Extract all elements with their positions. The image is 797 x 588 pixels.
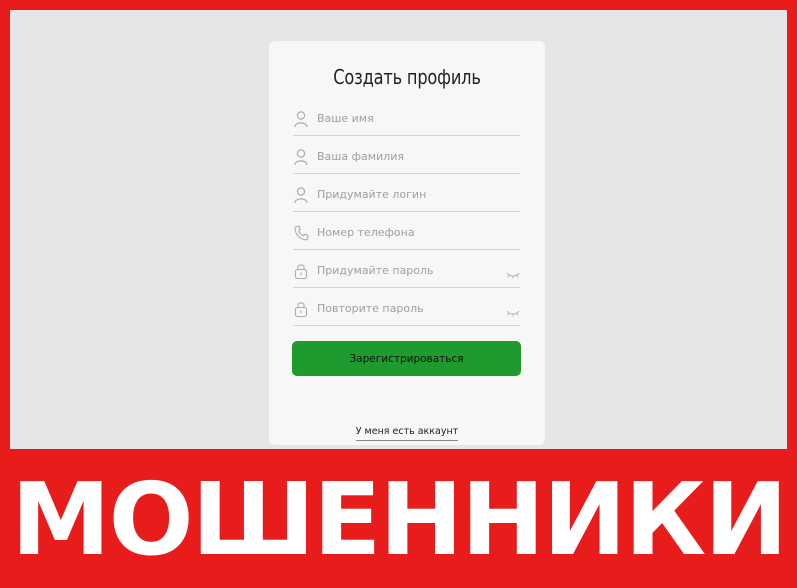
repeat-password-placeholder: Повторите пароль [317, 302, 424, 315]
user-icon [293, 148, 309, 166]
warning-banner: МОШЕННИКИ [11, 461, 788, 578]
phone-placeholder: Номер телефона [317, 226, 415, 239]
phone-field[interactable]: Номер телефона [293, 219, 520, 250]
lock-icon [293, 262, 309, 280]
last-name-placeholder: Ваша фамилия [317, 150, 404, 163]
user-icon [293, 110, 309, 128]
lock-icon [293, 300, 309, 318]
phone-icon [293, 224, 309, 242]
user-icon [293, 186, 309, 204]
login-placeholder: Придумайте логин [317, 188, 427, 201]
form-title: Создать профиль [333, 65, 481, 89]
login-field[interactable]: Придумайте логин [293, 181, 520, 212]
signup-card: Создать профиль Ваше имя Ваша фамилия Пр… [269, 41, 545, 445]
repeat-password-field[interactable]: Повторите пароль [293, 295, 520, 326]
eye-closed-icon[interactable] [506, 265, 520, 279]
first-name-field[interactable]: Ваше имя [293, 105, 520, 136]
password-field[interactable]: Придумайте пароль [293, 257, 520, 288]
password-placeholder: Придумайте пароль [317, 264, 434, 277]
register-button[interactable]: Зарегистрироваться [292, 341, 521, 376]
have-account-link[interactable]: У меня есть аккаунт [355, 426, 459, 441]
first-name-placeholder: Ваше имя [317, 112, 374, 125]
last-name-field[interactable]: Ваша фамилия [293, 143, 520, 174]
eye-closed-icon[interactable] [506, 303, 520, 317]
login-link-row: У меня есть аккаунт [269, 419, 545, 441]
screenshot-area: Создать профиль Ваше имя Ваша фамилия Пр… [10, 10, 787, 449]
